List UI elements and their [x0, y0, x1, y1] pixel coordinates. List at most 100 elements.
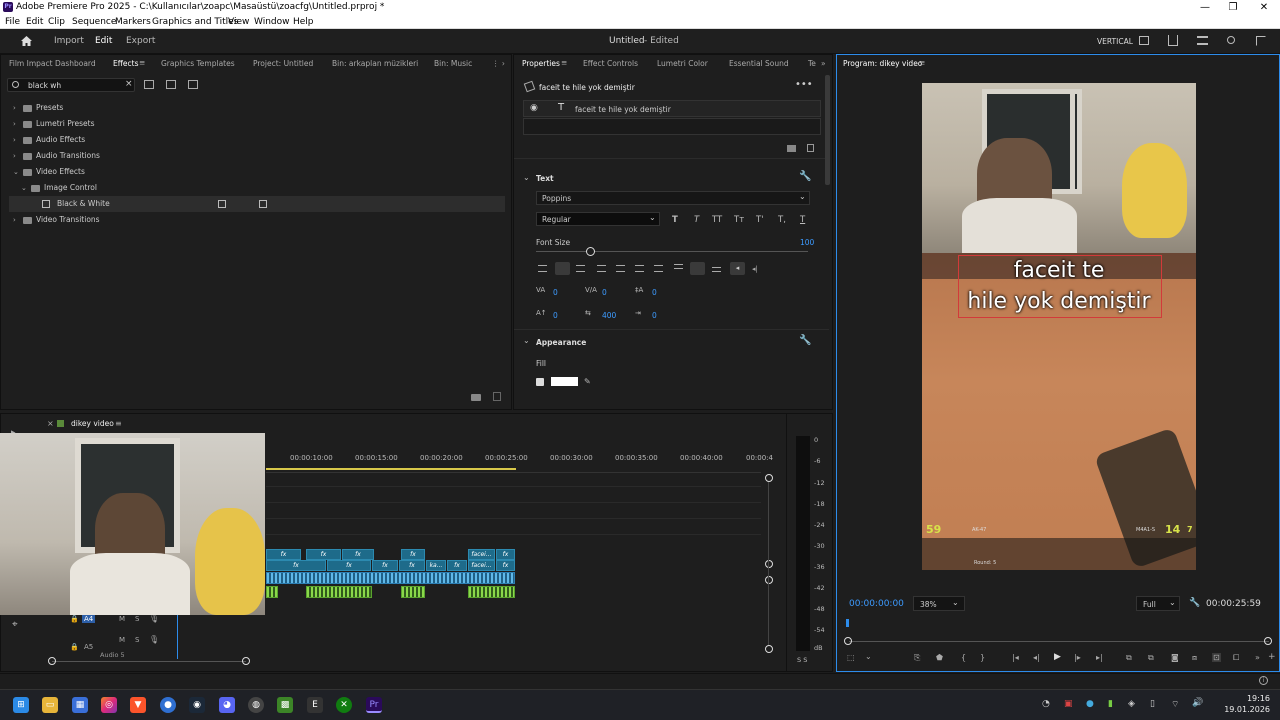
snap-tool-icon[interactable]: ⌖ — [12, 619, 18, 630]
faux-italic-button[interactable]: T — [694, 215, 699, 225]
share-icon[interactable] — [1168, 35, 1178, 46]
justify-all-icon[interactable] — [654, 265, 663, 272]
font-size-value[interactable]: 100 — [800, 238, 814, 247]
tab-essential-sound[interactable]: Essential Sound — [729, 59, 789, 68]
chevron-down-icon[interactable]: ⌄ — [523, 173, 530, 182]
app-epic-icon[interactable]: E — [307, 697, 323, 713]
all-caps-button[interactable]: TT — [712, 215, 722, 225]
eyedropper-icon[interactable]: ✎ — [584, 377, 591, 386]
properties-scrollbar[interactable] — [825, 75, 830, 185]
volume-icon[interactable]: 🔊 — [1192, 698, 1203, 708]
vscroll-handle[interactable] — [765, 576, 773, 584]
ltr-text-icon[interactable]: ◂| — [752, 265, 758, 273]
tab-graphics-templates[interactable]: Graphics Templates — [161, 59, 235, 68]
lock-icon[interactable]: 🔒 — [70, 615, 79, 623]
discord-icon[interactable]: ◕ — [219, 697, 235, 713]
clear-search-icon[interactable]: × — [125, 79, 133, 89]
audio-clip-green[interactable] — [266, 586, 278, 598]
superscript-button[interactable]: T' — [756, 215, 764, 225]
video-clip[interactable]: fx — [306, 549, 341, 560]
network-icon[interactable]: ⌔ — [1171, 699, 1179, 710]
font-family-select[interactable]: Poppins ⌄ — [536, 191, 810, 205]
tree-video-effects[interactable]: ⌄ Video Effects — [1, 164, 497, 180]
leading-value[interactable]: 0 — [652, 288, 657, 297]
step-forward-icon[interactable]: |▸ — [1074, 653, 1081, 662]
hzoom-end-handle[interactable] — [242, 657, 250, 665]
tray-icon[interactable]: ◈ — [1128, 699, 1135, 709]
close-window-button[interactable]: ✕ — [1249, 0, 1279, 15]
tree-presets[interactable]: › Presets — [1, 100, 497, 116]
align-middle-icon[interactable] — [690, 262, 705, 275]
tab-menu-icon[interactable]: ≡ — [561, 58, 567, 67]
app-globe-icon[interactable]: ● — [160, 697, 176, 713]
proxy-toggle-icon[interactable]: ⊡ — [1212, 653, 1221, 662]
audio-clip-green[interactable] — [306, 586, 372, 598]
close-sequence-icon[interactable]: × — [47, 419, 54, 428]
vr-video-icon[interactable]: ⧠ — [1233, 653, 1239, 663]
menu-edit[interactable]: Edit — [26, 17, 43, 27]
add-marker-icon[interactable]: ⬟ — [936, 653, 943, 662]
justify-left-icon[interactable] — [597, 265, 606, 272]
align-right-icon[interactable] — [576, 265, 585, 272]
tab-effect-controls[interactable]: Effect Controls — [583, 59, 638, 68]
camera-icon[interactable]: ◙ — [1171, 653, 1179, 662]
sequence-tab[interactable]: dikey video — [71, 419, 114, 428]
vscroll-handle[interactable] — [765, 474, 773, 482]
add-button-icon[interactable]: + — [1268, 652, 1276, 662]
timecode-current[interactable]: 00:00:00:00 — [849, 599, 904, 609]
file-explorer-icon[interactable]: ▭ — [42, 697, 58, 713]
mute-button[interactable]: M — [119, 636, 125, 644]
baseline-shift-value[interactable]: 0 — [553, 311, 558, 320]
go-to-out-icon[interactable]: ▸| — [1096, 653, 1103, 662]
menu-window[interactable]: Window — [254, 17, 290, 27]
effects-search-input[interactable]: black wh — [28, 81, 61, 90]
minecraft-icon[interactable]: ▩ — [277, 697, 293, 713]
tree-black-and-white[interactable]: Black & White — [9, 196, 505, 212]
tree-image-control[interactable]: ⌄ Image Control — [1, 180, 497, 196]
vertical-workspace-label[interactable]: VERTICAL — [1097, 37, 1133, 46]
panel-layout-icon[interactable] — [1139, 36, 1149, 45]
nav-edit[interactable]: Edit — [95, 36, 112, 46]
minimize-button[interactable]: — — [1190, 0, 1220, 15]
workspaces-menu-icon[interactable] — [1197, 36, 1208, 45]
video-clip[interactable]: fx — [342, 549, 374, 560]
widgets-icon[interactable]: ▦ — [72, 697, 88, 713]
subscript-button[interactable]: T, — [778, 215, 786, 225]
align-left-icon[interactable] — [538, 265, 547, 272]
new-bin-icon[interactable] — [471, 394, 481, 401]
rtl-text-icon[interactable]: ◂ — [730, 262, 745, 275]
video-clip[interactable]: facei... — [468, 560, 495, 571]
wrench-icon[interactable]: 🔧 — [799, 335, 811, 346]
video-clip[interactable]: fx — [266, 549, 301, 560]
fullscreen-icon[interactable] — [1256, 36, 1266, 46]
program-video-frame[interactable]: 59 AK-47 M4A1-S 14 7 Round: 5 faceit te … — [922, 83, 1196, 570]
hzoom-start-handle[interactable] — [48, 657, 56, 665]
video-clip[interactable]: ka... — [426, 560, 446, 571]
menu-markers[interactable]: Markers — [115, 17, 151, 27]
tab-effects[interactable]: Effects — [113, 59, 139, 68]
text-section-title[interactable]: Text — [536, 174, 554, 183]
brave-browser-icon[interactable]: ▼ — [130, 697, 146, 713]
mute-button[interactable]: M — [119, 615, 125, 623]
mark-out-icon[interactable]: } — [980, 653, 985, 662]
safe-margins-icon[interactable]: ⬚ — [847, 653, 855, 662]
tracking-value[interactable]: 0 — [553, 288, 558, 297]
tab-properties[interactable]: Properties — [522, 59, 560, 68]
align-bottom-icon[interactable] — [712, 267, 721, 272]
microphone-icon[interactable]: 🎙 — [149, 635, 159, 644]
microphone-icon[interactable]: 🎙 — [149, 614, 159, 623]
tab-menu-icon[interactable]: ≡ — [115, 419, 122, 428]
audio-clip-green[interactable] — [401, 586, 425, 598]
overflow-icon[interactable]: » — [1255, 653, 1260, 662]
layer-list-row[interactable]: ◉ T faceit te hile yok demiştir — [523, 100, 821, 117]
obs-icon[interactable]: ◍ — [248, 697, 264, 713]
tray-icon[interactable]: ▣ — [1064, 699, 1073, 709]
tree-audio-transitions[interactable]: › Audio Transitions — [1, 148, 497, 164]
delete-icon[interactable] — [493, 392, 501, 401]
tab-bin-music[interactable]: Bin: Music — [434, 59, 472, 68]
align-top-icon[interactable] — [674, 264, 683, 269]
nav-import[interactable]: Import — [54, 36, 84, 46]
comparison-view-icon[interactable]: ⧈ — [1192, 653, 1197, 663]
menu-help[interactable]: Help — [293, 17, 314, 27]
kerning-value[interactable]: 0 — [602, 288, 607, 297]
